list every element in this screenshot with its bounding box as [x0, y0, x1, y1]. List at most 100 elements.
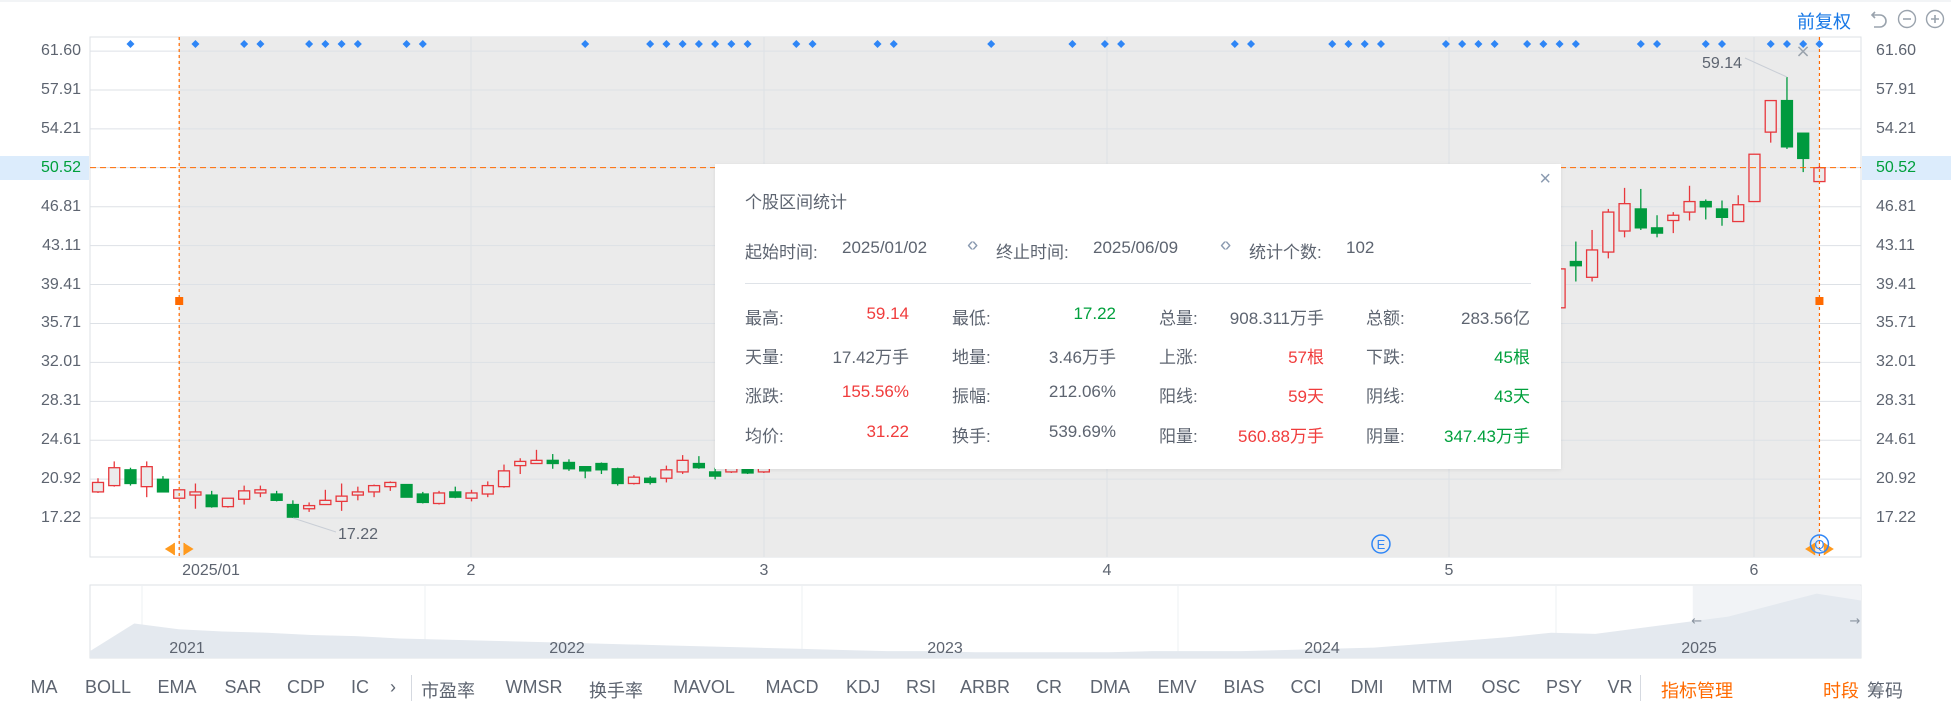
candle-body-up [108, 467, 121, 487]
indicator-tab-8[interactable]: 换手率 [589, 677, 643, 703]
stat-value: 3.46万手 [1048, 348, 1116, 367]
start-time-stepper-icon[interactable]: ‹› [967, 234, 978, 257]
candle-body-up [676, 459, 689, 473]
month-label: 2025/01 [182, 562, 240, 579]
candle-body-down [205, 494, 218, 508]
price-label-right: 50.52 [1876, 158, 1917, 176]
candle-body-down [400, 483, 413, 498]
indicator-tab-2[interactable]: EMA [157, 677, 196, 698]
candle-body-down [708, 471, 722, 477]
price-label-right: 17.22 [1876, 509, 1917, 526]
high-price-label: 59.14 [1702, 55, 1742, 72]
end-time-value: 2025/06/09 [1093, 238, 1179, 257]
navigator-right-handle-icon[interactable]: → [1850, 614, 1861, 629]
candle-body-down [1699, 200, 1712, 208]
indicator-more-chevron-icon[interactable]: › [390, 677, 396, 698]
start-time-label: 起始时间: [745, 243, 818, 262]
indicator-tab-11[interactable]: KDJ [846, 677, 880, 698]
chips-button[interactable]: 筹码 [1867, 677, 1903, 703]
indicator-tab-0[interactable]: MA [31, 677, 58, 698]
indicator-tab-23[interactable]: VR [1607, 677, 1632, 698]
price-label-left: 46.81 [40, 197, 81, 215]
candle-body-up [1602, 211, 1615, 253]
candle-body-down [1715, 208, 1729, 218]
indicator-tab-14[interactable]: CR [1036, 677, 1062, 698]
price-label-right: 57.91 [1876, 80, 1917, 98]
price-label-left: 35.71 [40, 314, 81, 332]
indicator-tab-15[interactable]: DMA [1090, 677, 1130, 698]
stat-value: 560.88万手 [1238, 427, 1324, 446]
range-close-icon[interactable]: × [1795, 41, 1810, 62]
indicator-tab-9[interactable]: MAVOL [673, 677, 735, 698]
price-label-right: 54.21 [1876, 119, 1917, 137]
price-label-left: 24.61 [40, 431, 81, 449]
stat-value: 539.69% [1048, 422, 1116, 441]
indicator-tab-21[interactable]: OSC [1481, 677, 1520, 698]
candle-body-up [1585, 249, 1599, 278]
indicator-tab-4[interactable]: CDP [287, 677, 325, 698]
candle [611, 467, 624, 486]
undo-icon[interactable] [1869, 9, 1889, 29]
indicator-tab-16[interactable]: EMV [1157, 677, 1196, 698]
indicator-tab-17[interactable]: BIAS [1223, 677, 1264, 698]
candle [400, 483, 413, 498]
candle-body-up [1683, 200, 1696, 213]
stat-value: 17.22 [1073, 304, 1116, 323]
price-label-right: 39.41 [1876, 275, 1917, 293]
indicator-tab-19[interactable]: DMI [1351, 677, 1384, 698]
candle-body-up [481, 484, 494, 495]
candle-body-up [254, 489, 267, 494]
period-button[interactable]: 时段 [1823, 677, 1859, 703]
price-label-left: 39.41 [40, 275, 81, 293]
indicator-tab-1[interactable]: BOLL [85, 677, 131, 698]
popup-title: 个股区间统计 [745, 193, 847, 212]
candle [1602, 208, 1615, 259]
start-time-value: 2025/01/02 [842, 238, 928, 257]
candle-body-down [692, 462, 706, 469]
end-time-stepper-icon[interactable]: ‹› [1220, 234, 1231, 257]
range-drag-handle[interactable] [175, 297, 184, 305]
indicator-tab-20[interactable]: MTM [1412, 677, 1453, 698]
candle-body-down [595, 462, 608, 471]
candle-body-up [627, 476, 641, 485]
candle-body-down [579, 466, 592, 472]
price-label-left: 20.92 [40, 470, 81, 488]
price-label-left: 54.21 [40, 119, 81, 137]
count-value: 102 [1346, 238, 1375, 257]
indicator-tab-7[interactable]: WMSR [506, 677, 563, 698]
candle [1748, 153, 1761, 203]
price-label-right: 61.60 [1876, 42, 1917, 60]
navigator-left-handle-icon[interactable]: ← [1691, 614, 1702, 629]
month-label: 3 [759, 562, 769, 579]
indicator-tab-22[interactable]: PSY [1546, 677, 1582, 698]
range-drag-handle[interactable] [1815, 297, 1824, 305]
indicator-tab-18[interactable]: CCI [1291, 677, 1322, 698]
candle-body-up [1748, 153, 1761, 203]
indicator-tab-10[interactable]: MACD [766, 677, 819, 698]
badge-letter: E [1377, 537, 1386, 552]
price-label-right: 46.81 [1876, 197, 1917, 215]
stat-value: 43天 [1494, 387, 1530, 406]
range-stats-popup: 个股区间统计 × 起始时间: 2025/01/02 ‹› 终止时间: 2025/… [715, 164, 1561, 469]
zoom-in-icon[interactable] [1925, 9, 1945, 29]
candle-body-down [124, 469, 137, 485]
indicator-tab-3[interactable]: SAR [224, 677, 261, 698]
candle-body-up [384, 481, 397, 488]
indicator-tab-5[interactable]: IC [351, 677, 369, 698]
indicator-tab-6[interactable]: 市盈率 [421, 677, 475, 703]
forward-adjust-button[interactable]: 前复权 [1797, 8, 1851, 34]
candle-body-up [302, 504, 316, 510]
candle-body-up [1764, 99, 1777, 133]
candle [432, 490, 446, 505]
indicator-tab-13[interactable]: ARBR [960, 677, 1010, 698]
popup-close-button[interactable]: × [1539, 168, 1551, 191]
zoom-out-icon[interactable] [1897, 9, 1917, 29]
stat-value: 59.14 [866, 304, 909, 323]
low-price-label: 17.22 [338, 526, 378, 543]
candle-body-down [1650, 227, 1664, 234]
price-label-right: 20.92 [1876, 470, 1917, 488]
candle-body-down [1797, 132, 1810, 160]
indicator-manage-button[interactable]: 指标管理 [1661, 677, 1733, 703]
candle-body-up [514, 460, 527, 467]
indicator-tab-12[interactable]: RSI [906, 677, 936, 698]
